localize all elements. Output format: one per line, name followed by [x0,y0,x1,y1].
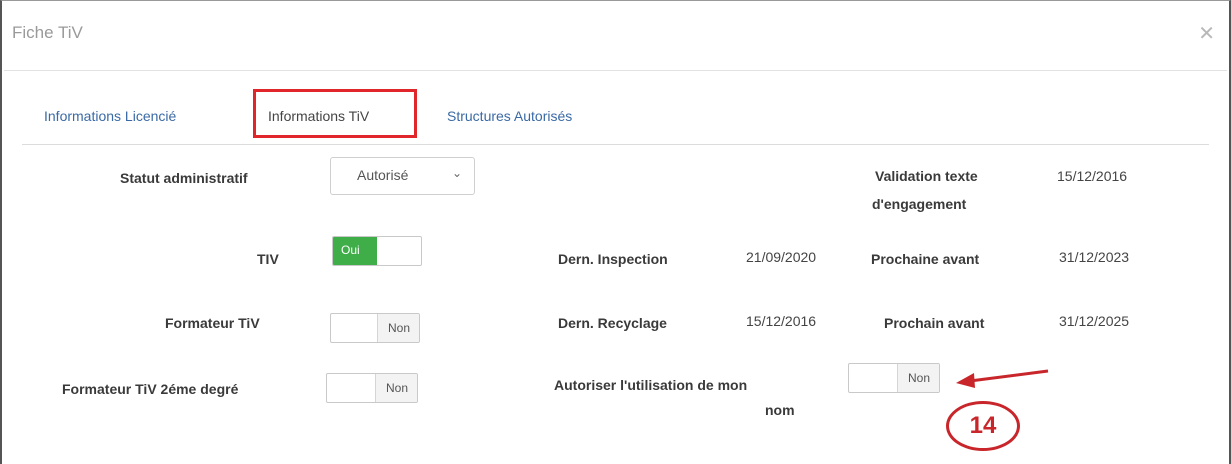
prochaine-avant-label: Prochaine avant [871,251,980,267]
prochaine-avant-value: 31/12/2023 [1059,249,1130,265]
annotation-arrow-icon [956,369,1049,388]
formateur-tiv-toggle-off: Non [377,314,419,342]
modal-header: Fiche TiV ✕ [4,1,1227,71]
tiv-toggle[interactable]: Oui [332,236,422,266]
tab-informations-licencie[interactable]: Informations Licencié [44,108,176,124]
annotation-number: 14 [946,401,1020,451]
formateur-tiv-label: Formateur TiV [165,315,260,331]
validation-value: 15/12/2016 [1057,168,1128,184]
formateur-tiv-2-label: Formateur TiV 2éme degré [62,381,239,397]
formateur-tiv-2-toggle[interactable]: Non [326,373,418,403]
close-icon[interactable]: ✕ [1198,21,1215,46]
tab-informations-tiv[interactable]: Informations TiV [268,108,369,124]
tab-bar: Informations Licencié Informations TiV S… [22,89,1209,145]
formateur-tiv-toggle[interactable]: Non [330,313,420,343]
formateur-tiv-2-toggle-off: Non [375,374,417,402]
statut-administratif-value: Autorisé [357,167,409,183]
statut-administratif-select[interactable]: Autorisé ⌄ [330,157,475,195]
tiv-toggle-on: Oui [333,237,377,265]
dern-inspection-value: 21/09/2020 [746,249,817,265]
autoriser-label-line2: nom [765,402,795,418]
autoriser-toggle-off: Non [897,364,939,392]
chevron-down-icon: ⌄ [451,166,462,180]
tiv-label: TIV [257,251,279,267]
statut-administratif-label: Statut administratif [120,170,248,186]
dern-recyclage-label: Dern. Recyclage [558,315,667,331]
autoriser-toggle[interactable]: Non [848,363,940,393]
validation-label-line1: Validation texte [875,168,978,184]
prochain-avant-value: 31/12/2025 [1059,313,1130,329]
prochain-avant-label: Prochain avant [884,315,985,331]
dern-recyclage-value: 15/12/2016 [746,313,817,329]
validation-label-line2: d'engagement [872,196,967,212]
tab-structures-autorises[interactable]: Structures Autorisés [447,108,572,124]
autoriser-label-line1: Autoriser l'utilisation de mon [554,377,748,393]
modal-window: Fiche TiV ✕ Informations Licencié Inform… [0,0,1231,464]
modal-title: Fiche TiV [12,23,83,42]
dern-inspection-label: Dern. Inspection [558,251,668,267]
